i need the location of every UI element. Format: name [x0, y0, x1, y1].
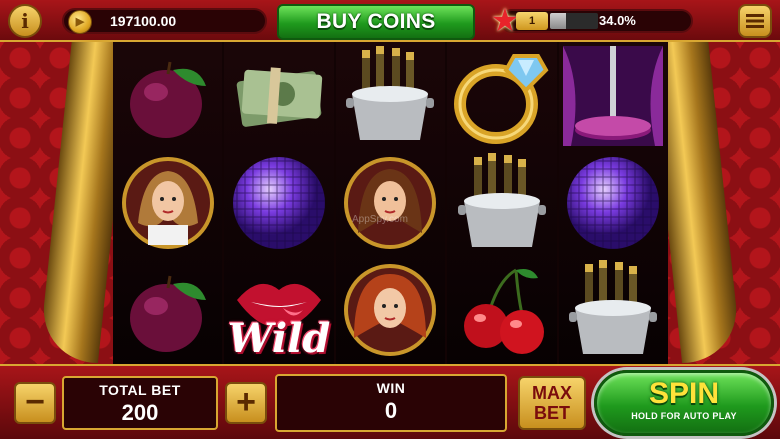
watermark: AppSpy.com [352, 214, 408, 225]
wild-lips-icon: Wild [224, 257, 333, 364]
win-value: 0 [384, 398, 398, 423]
champagne-bucket-icon [447, 149, 556, 256]
balance-value: 197100.00 [110, 13, 177, 29]
woman-redhead-icon [336, 257, 445, 364]
level-number: 1 [516, 12, 548, 30]
auto-play-hint: HOLD FOR AUTO PLAY [631, 411, 737, 421]
wild-label: Wild [227, 315, 331, 362]
increase-bet-button[interactable]: + [225, 382, 267, 424]
coin-icon: ▶ [68, 10, 92, 34]
plum-icon [113, 257, 222, 364]
buy-coins-button[interactable]: BUY COINS [277, 4, 475, 40]
decrease-bet-button[interactable]: − [14, 382, 56, 424]
disco-ball-icon [559, 149, 668, 256]
info-button[interactable]: i [8, 4, 42, 38]
menu-button[interactable] [738, 4, 772, 38]
disco-ball-icon [224, 149, 333, 256]
win-label: WIN [376, 380, 406, 396]
top-bar: i ▶ 197100.00 BUY COINS ★ 1 34.0% [0, 0, 780, 42]
win-panel: WIN 0 [275, 374, 507, 432]
menu-icon [746, 14, 764, 28]
total-bet-value: 200 [121, 400, 159, 425]
xp-bar [550, 13, 598, 29]
cash-stack-icon [224, 42, 333, 149]
level-progress: ★ 1 34.0% [491, 3, 693, 37]
champagne-bucket-icon [559, 257, 668, 364]
xp-bar-fill [550, 13, 567, 29]
reel-3 [335, 42, 446, 364]
coin-balance: ▶ 197100.00 [62, 8, 267, 34]
slot-reels: Wild [113, 42, 668, 364]
reel-5 [558, 42, 668, 364]
plum-icon [113, 42, 222, 149]
stage-pole-icon [559, 42, 668, 149]
gold-ring-icon [447, 42, 556, 149]
bottom-bar: − TOTAL BET 200 + WIN 0 MAX BET SPIN HOL… [0, 364, 780, 439]
champagne-bucket-icon [336, 42, 445, 149]
max-bet-button[interactable]: MAX BET [518, 376, 586, 430]
spin-label: SPIN [648, 377, 720, 410]
info-icon: i [21, 9, 29, 33]
max-bet-line1: MAX [532, 383, 572, 403]
woman-blonde-icon [113, 149, 222, 256]
cherries-icon [447, 257, 556, 364]
max-bet-line2: BET [534, 403, 570, 423]
reel-1 [113, 42, 223, 364]
xp-percent: 34.0% [599, 13, 636, 28]
reel-2: Wild [224, 42, 334, 364]
reel-4 [447, 42, 557, 364]
total-bet-label: TOTAL BET [99, 382, 181, 398]
spin-button[interactable]: SPIN HOLD FOR AUTO PLAY [594, 370, 774, 436]
woman-brunette-icon [336, 149, 445, 256]
total-bet-panel: TOTAL BET 200 [62, 376, 218, 430]
